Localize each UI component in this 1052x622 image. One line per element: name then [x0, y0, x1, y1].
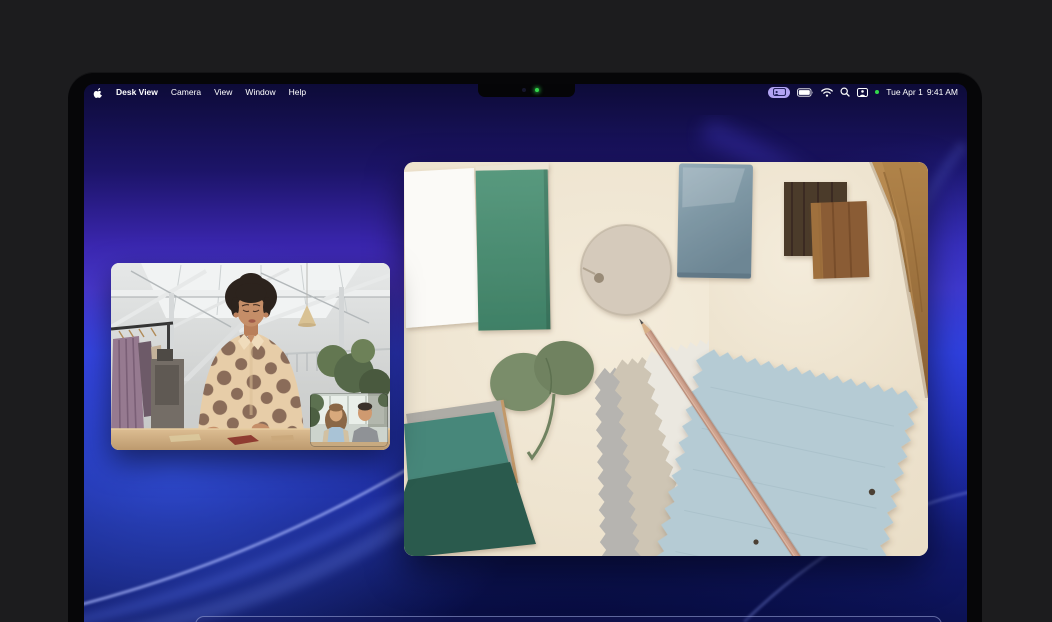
studio-cabinet: [151, 349, 184, 433]
facetime-camera-lens: [522, 88, 526, 92]
menu-bar-clock[interactable]: Tue Apr 1 9:41 AM: [886, 87, 958, 97]
felt-disc-sample: [581, 225, 671, 315]
spotlight-search-icon[interactable]: [840, 87, 850, 97]
brown-wood-sample: [811, 201, 870, 279]
snap-button: [869, 489, 875, 495]
snap-button: [753, 539, 758, 544]
menu-window[interactable]: Window: [245, 87, 275, 97]
apple-menu-icon[interactable]: [93, 87, 103, 98]
user-switch-icon[interactable]: [857, 88, 868, 97]
camera-active-indicator: [875, 90, 879, 94]
screen-mirroring-icon[interactable]: [768, 87, 790, 98]
desk-view-feed: [404, 162, 928, 556]
background-window-edge[interactable]: [195, 616, 942, 622]
menu-help[interactable]: Help: [289, 87, 306, 97]
menu-app-name[interactable]: Desk View: [116, 87, 158, 97]
wifi-icon[interactable]: [821, 88, 833, 97]
status-date: Tue Apr 1: [886, 87, 923, 97]
menu-camera[interactable]: Camera: [171, 87, 201, 97]
video-call-feed: [111, 263, 390, 450]
white-paper-sample: [404, 168, 479, 328]
blue-gray-tile-sample: [677, 163, 753, 278]
video-call-window[interactable]: [111, 263, 390, 450]
display-notch: [478, 84, 575, 97]
battery-icon[interactable]: [797, 88, 814, 97]
teal-tile-sample: [476, 162, 552, 330]
desk-view-window[interactable]: [404, 162, 928, 556]
menu-view[interactable]: View: [214, 87, 232, 97]
camera-in-use-light: [535, 88, 539, 92]
macos-desktop: Desk View Camera View Window Help: [84, 84, 967, 622]
pip-remote-participants[interactable]: [300, 393, 390, 447]
macbook-display: Desk View Camera View Window Help: [68, 72, 982, 622]
status-time: 9:41 AM: [927, 87, 958, 97]
